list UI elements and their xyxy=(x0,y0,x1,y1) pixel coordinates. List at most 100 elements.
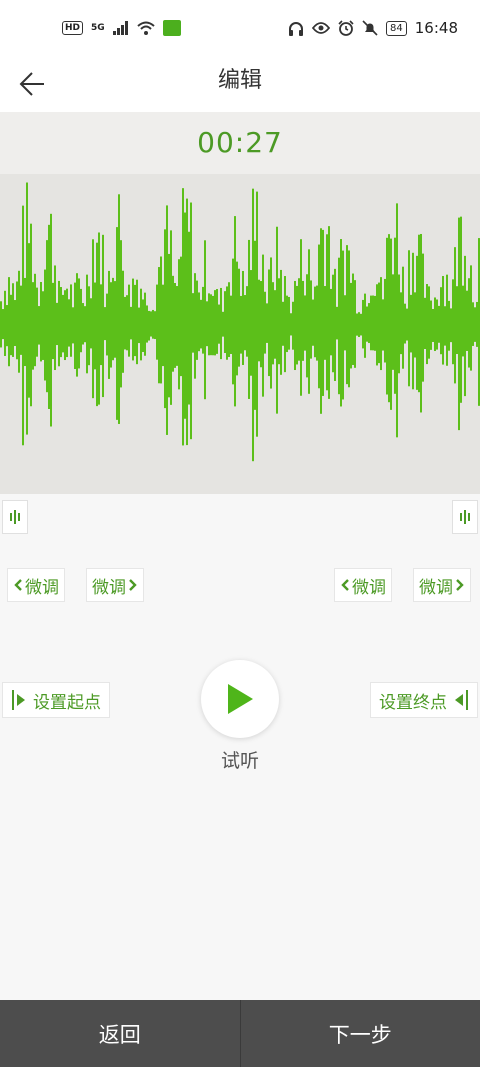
waveform-sample xyxy=(128,284,130,357)
waveform-sample xyxy=(38,306,40,345)
waveform-sample xyxy=(78,278,80,369)
waveform-sample xyxy=(460,216,462,403)
waveform-sample xyxy=(368,303,370,344)
waveform-sample xyxy=(44,269,46,381)
waveform-sample xyxy=(306,274,308,378)
next-step-button[interactable]: 下一步 xyxy=(241,1000,480,1067)
waveform-sample xyxy=(136,279,138,365)
waveform-sample xyxy=(60,287,62,358)
waveform-sample xyxy=(92,239,94,399)
start-handle[interactable] xyxy=(2,500,28,534)
waveform-sample xyxy=(300,239,302,396)
waveform-sample xyxy=(442,276,444,365)
waveform-sample xyxy=(80,288,82,353)
return-button[interactable]: 返回 xyxy=(0,1000,240,1067)
waveform-sample xyxy=(346,245,348,385)
tweak-label: 微调 xyxy=(25,577,59,598)
waveform-sample xyxy=(162,284,164,367)
waveform-sample xyxy=(30,223,32,407)
handle-grip-icon xyxy=(10,510,20,524)
waveform-sample xyxy=(28,243,30,398)
waveform-sample xyxy=(84,306,86,343)
waveform-sample xyxy=(154,311,156,340)
play-button[interactable] xyxy=(201,660,279,738)
alarm-icon xyxy=(338,20,354,36)
elapsed-time: 00:27 xyxy=(197,126,283,159)
waveform-sample xyxy=(438,305,440,343)
waveform-sample xyxy=(402,266,404,369)
waveform-sample xyxy=(298,278,300,361)
waveform-sample xyxy=(144,292,146,356)
waveform-sample xyxy=(270,257,272,389)
waveform-sample xyxy=(468,278,470,368)
start-tweak-forward-button[interactable]: 微调 xyxy=(86,568,144,602)
waveform-sample xyxy=(212,295,214,356)
waveform-area[interactable] xyxy=(0,174,480,494)
waveform-sample xyxy=(32,282,34,370)
waveform-sample xyxy=(20,285,22,355)
waveform-sample xyxy=(370,295,372,351)
waveform-sample xyxy=(448,300,450,351)
waveform-sample xyxy=(82,303,84,345)
waveform-sample xyxy=(140,288,142,361)
waveform-sample xyxy=(130,306,132,340)
waveform-sample xyxy=(100,284,102,366)
waveform-sample xyxy=(2,309,4,340)
waveform-sample xyxy=(188,231,190,405)
waveform-sample xyxy=(452,279,454,365)
network-5g-indicator: 5G xyxy=(91,23,105,33)
waveform-sample xyxy=(86,274,88,374)
eye-icon xyxy=(312,22,331,34)
waveform-sample xyxy=(246,286,248,357)
waveform-sample xyxy=(178,259,180,390)
waveform-sample xyxy=(58,280,60,367)
waveform-sample xyxy=(170,230,172,405)
waveform-sample xyxy=(350,282,352,369)
status-bar: HD 5G 84 16:48 xyxy=(0,0,480,56)
waveform-sample xyxy=(400,292,402,355)
waveform-sample xyxy=(200,299,202,349)
waveform-sample xyxy=(88,286,90,366)
waveform-sample xyxy=(392,274,394,370)
waveform-sample xyxy=(122,270,124,373)
set-start-button[interactable]: 设置起点 xyxy=(2,682,110,718)
end-tweak-forward-button[interactable]: 微调 xyxy=(413,568,471,602)
waveform-sample xyxy=(444,306,446,346)
waveform-sample xyxy=(336,306,338,340)
start-tweak-back-button[interactable]: 微调 xyxy=(7,568,65,602)
waveform-sample xyxy=(434,297,436,352)
waveform-sample xyxy=(196,280,198,360)
waveform-sample xyxy=(72,307,74,344)
waveform-sample xyxy=(256,191,258,437)
waveform-sample xyxy=(46,240,48,393)
waveform-sample xyxy=(42,291,44,360)
wifi-icon xyxy=(137,21,155,35)
waveform-sample xyxy=(426,284,428,365)
waveform-sample xyxy=(412,252,414,390)
set-end-button[interactable]: 设置终点 xyxy=(370,682,478,718)
waveform-sample xyxy=(56,302,58,346)
waveform-sample xyxy=(248,239,250,399)
waveform-sample xyxy=(396,203,398,438)
waveform-sample xyxy=(52,282,54,360)
tweak-label: 微调 xyxy=(92,577,126,598)
signal-icon xyxy=(112,21,128,35)
waveform-sample xyxy=(310,280,312,359)
waveform-sample xyxy=(312,299,314,346)
waveform-sample xyxy=(50,213,52,427)
waveform-sample xyxy=(62,294,64,353)
waveform-sample xyxy=(380,277,382,371)
mute-bell-icon xyxy=(362,20,378,36)
waveform-sample xyxy=(302,280,304,361)
waveform-sample xyxy=(226,286,228,360)
end-handle[interactable] xyxy=(452,500,478,534)
end-tweak-back-button[interactable]: 微调 xyxy=(334,568,392,602)
waveform-sample xyxy=(374,295,376,351)
waveform-sample xyxy=(116,227,118,420)
waveform-sample xyxy=(22,205,24,446)
waveform-sample xyxy=(34,273,36,367)
waveform-sample xyxy=(108,270,110,379)
waveform-sample xyxy=(218,304,220,344)
waveform-sample xyxy=(414,292,416,358)
waveform-sample xyxy=(6,305,8,347)
